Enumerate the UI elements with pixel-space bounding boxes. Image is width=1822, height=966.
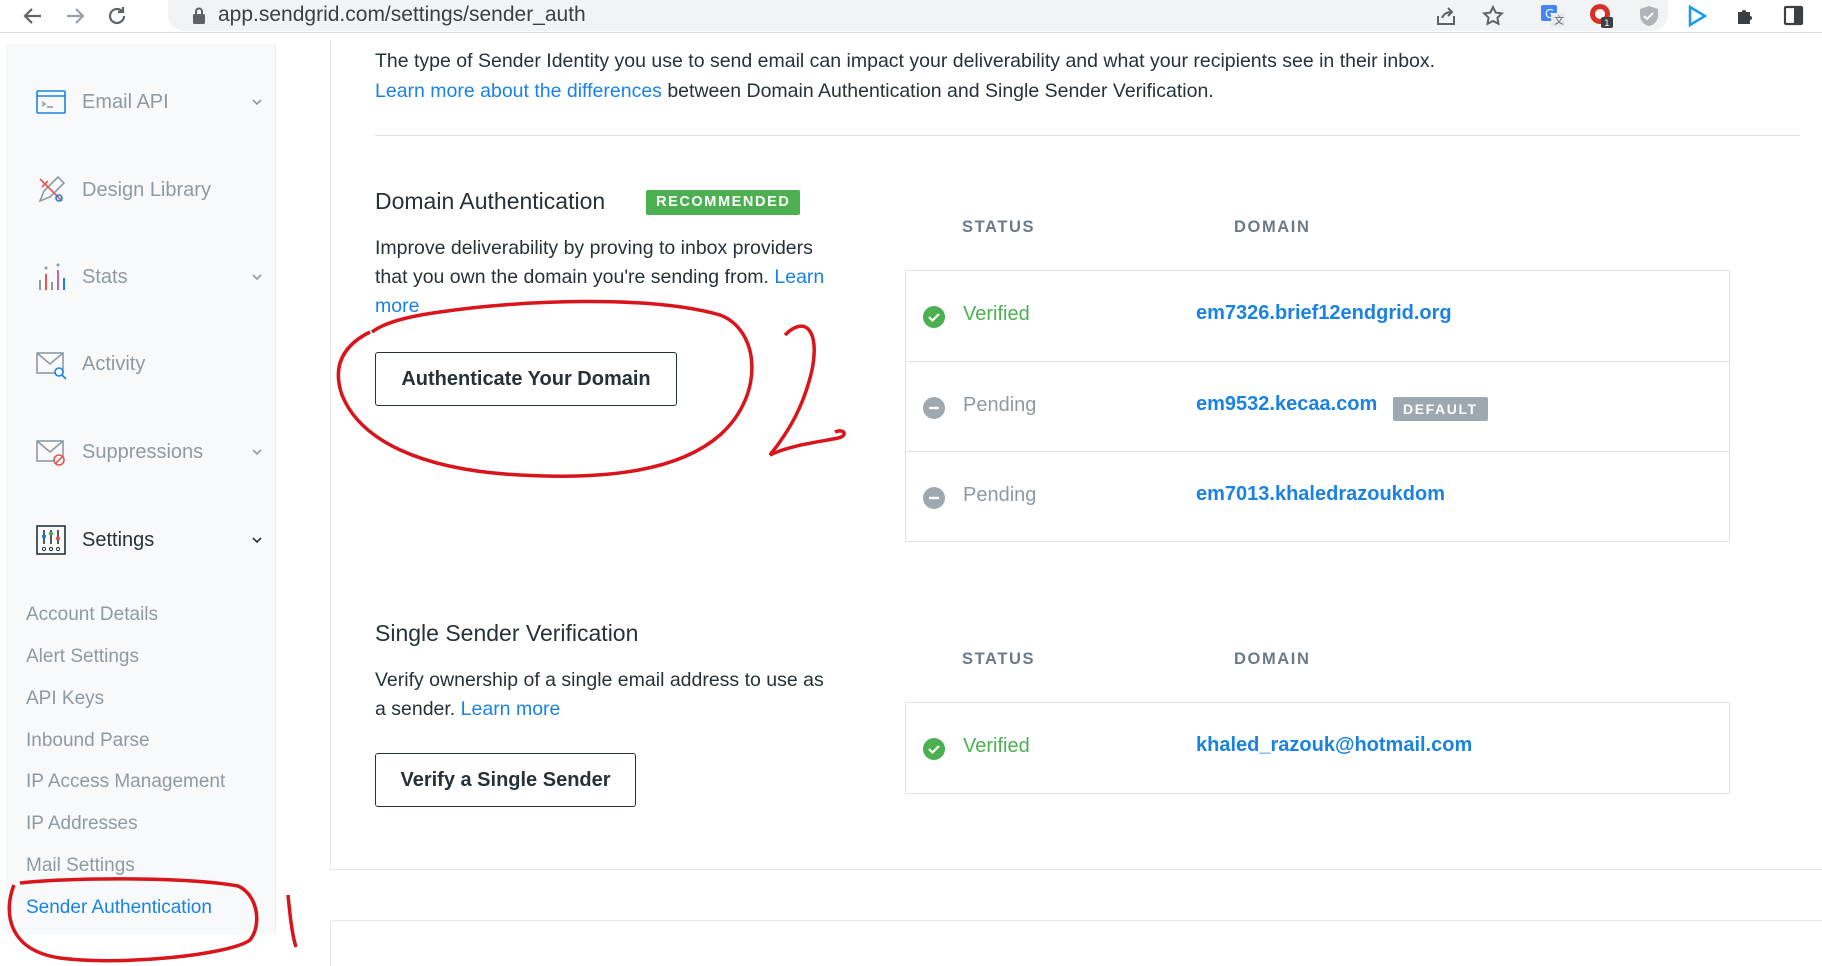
status-column-header: STATUS (962, 650, 1036, 668)
pending-minus-icon (923, 487, 945, 509)
intro-sentence: The type of Sender Identity you use to s… (375, 50, 1436, 72)
reload-icon[interactable] (102, 2, 132, 30)
sidebar-item-design-library[interactable]: Design Library (6, 162, 276, 218)
default-badge: DEFAULT (1393, 397, 1488, 421)
check-circle-icon (923, 738, 945, 760)
play-extension-icon[interactable] (1684, 3, 1710, 29)
check-circle-icon (923, 306, 945, 328)
domain-link[interactable]: em9532.kecaa.com (1196, 393, 1377, 416)
extension-red-icon[interactable]: 1 (1588, 3, 1614, 29)
bookmark-star-icon[interactable] (1480, 3, 1506, 29)
pending-minus-icon (923, 397, 945, 419)
sidebar-subitem-ip-addresses[interactable]: IP Addresses (26, 813, 138, 835)
authenticate-domain-button[interactable]: Authenticate Your Domain (375, 352, 677, 406)
domain-column-header: DOMAIN (1234, 218, 1311, 236)
domain-auth-table: Verified em7326.brief12endgrid.org Pendi… (905, 270, 1730, 542)
annotation-mark-one (286, 894, 298, 948)
domain-column-header: DOMAIN (1234, 650, 1311, 668)
sidebar-item-email-api[interactable]: Email API (6, 74, 276, 130)
status-text: Verified (963, 735, 1030, 757)
content-card-next (330, 920, 1822, 966)
table-row: Verified khaled_razouk@hotmail.com (906, 703, 1729, 793)
learn-differences-link[interactable]: Learn more about the differences (375, 80, 662, 102)
domain-link[interactable]: em7326.brief12endgrid.org (1196, 302, 1452, 325)
sidebar-item-settings[interactable]: Settings (6, 512, 276, 568)
side-panel-icon[interactable] (1781, 3, 1807, 29)
lock-icon[interactable] (186, 3, 212, 29)
url-text[interactable]: app.sendgrid.com/settings/sender_auth (218, 3, 586, 27)
sidebar-subitem-alert-settings[interactable]: Alert Settings (26, 646, 139, 668)
domain-link[interactable]: em7013.khaledrazoukdom (1196, 483, 1445, 506)
verify-single-sender-button[interactable]: Verify a Single Sender (375, 753, 636, 807)
sidebar-item-label: Stats (82, 265, 128, 288)
sidebar-item-label: Email API (82, 90, 169, 113)
single-sender-learn-more-link[interactable]: Learn more (461, 698, 561, 720)
browser-toolbar: app.sendgrid.com/settings/sender_auth G文… (0, 0, 1822, 33)
divider (375, 135, 1800, 136)
domain-auth-title: Domain Authentication (375, 188, 606, 214)
email-api-icon (36, 90, 66, 114)
status-text: Verified (963, 303, 1030, 325)
domain-auth-desc-text: Improve deliverability by proving to inb… (375, 237, 813, 288)
table-row: Pending em9532.kecaa.com DEFAULT (906, 361, 1729, 451)
sidebar-item-label: Activity (82, 352, 146, 375)
sidebar-subitem-api-keys[interactable]: API Keys (26, 688, 104, 710)
sidebar-item-stats[interactable]: Stats (6, 249, 276, 305)
main-content: The type of Sender Identity you use to s… (330, 40, 1822, 966)
chevron-down-icon (252, 99, 262, 106)
sender-email-link[interactable]: khaled_razouk@hotmail.com (1196, 734, 1472, 757)
stats-icon (39, 263, 65, 290)
single-sender-description: Verify ownership of a single email addre… (375, 666, 835, 724)
sidebar: Email API Design Library Stats Activity … (6, 44, 276, 934)
share-icon[interactable] (1433, 3, 1459, 29)
svg-text:1: 1 (1604, 19, 1610, 29)
puzzle-extensions-icon[interactable] (1733, 3, 1759, 29)
sidebar-item-activity[interactable]: Activity (6, 336, 276, 392)
chevron-down-icon (252, 537, 262, 544)
suppressions-icon (36, 440, 65, 466)
single-sender-desc-text: Verify ownership of a single email addre… (375, 669, 824, 720)
google-translate-icon[interactable]: G文 (1540, 3, 1566, 29)
single-sender-table: Verified khaled_razouk@hotmail.com (905, 702, 1730, 794)
table-row: Verified em7326.brief12endgrid.org (906, 271, 1729, 361)
status-text: Pending (963, 394, 1037, 416)
intro-rest: between Domain Authentication and Single… (661, 80, 1214, 102)
sidebar-subitem-sender-authentication[interactable]: Sender Authentication (26, 897, 212, 919)
forward-icon[interactable] (60, 2, 90, 30)
svg-text:文: 文 (1554, 14, 1564, 27)
sidebar-item-label: Suppressions (82, 440, 204, 463)
chevron-down-icon (252, 449, 262, 456)
sidebar-item-label: Settings (82, 528, 155, 551)
intro-text: The type of Sender Identity you use to s… (375, 46, 1822, 106)
sidebar-subitem-inbound-parse[interactable]: Inbound Parse (26, 730, 150, 752)
sidebar-item-suppressions[interactable]: Suppressions (6, 424, 276, 480)
status-column-header: STATUS (962, 218, 1036, 236)
activity-icon (36, 352, 67, 380)
single-sender-title: Single Sender Verification (375, 620, 639, 646)
sidebar-subitem-ip-access-management[interactable]: IP Access Management (26, 771, 225, 793)
design-library-icon (38, 175, 66, 203)
sidebar-subitem-account-details[interactable]: Account Details (26, 604, 158, 626)
status-text: Pending (963, 484, 1037, 506)
sidebar-item-label: Design Library (82, 178, 211, 201)
settings-sliders-icon (36, 525, 66, 555)
app-root: app.sendgrid.com/settings/sender_auth G文… (0, 0, 1822, 966)
recommended-badge: RECOMMENDED (646, 190, 801, 215)
sidebar-subitem-mail-settings[interactable]: Mail Settings (26, 855, 135, 877)
back-icon[interactable] (18, 2, 48, 30)
domain-auth-description: Improve deliverability by proving to inb… (375, 234, 835, 321)
table-row: Pending em7013.khaledrazoukdom (906, 451, 1729, 541)
chevron-down-icon (252, 274, 262, 281)
shield-check-icon[interactable] (1636, 3, 1662, 29)
